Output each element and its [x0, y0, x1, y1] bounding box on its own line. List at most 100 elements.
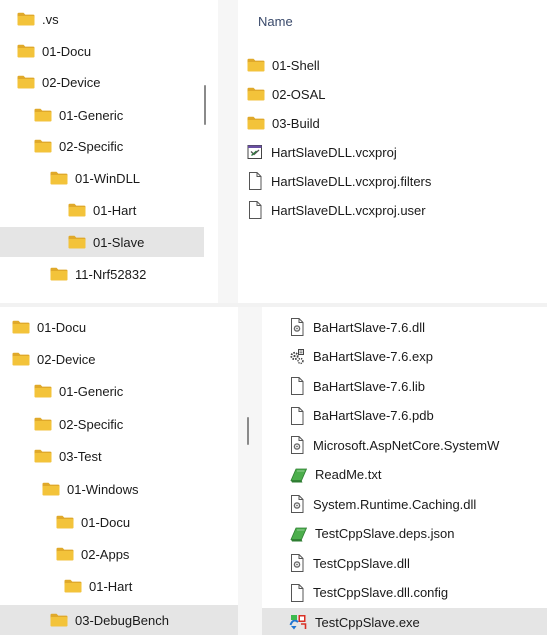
- folder-icon: [12, 320, 37, 334]
- dll-icon: [289, 436, 313, 454]
- bottom-file-item-label: BaHartSlave-7.6.pdb: [313, 408, 434, 423]
- top-tree-item-label: 11-Nrf52832: [75, 266, 147, 282]
- bottom-tree-item-03-test[interactable]: 03-Test: [0, 441, 238, 471]
- bottom-tree-item-label: 01-Docu: [37, 319, 87, 335]
- bottom-navigation-tree: 01-Docu 02-Device 01-Generic 02-Specific 03-…: [0, 307, 238, 635]
- bottom-tree-scrollbar-thumb[interactable]: [247, 417, 249, 445]
- top-tree-item-label: 02-Device: [42, 74, 101, 90]
- top-tree-item-01-slave[interactable]: 01-Slave: [0, 227, 204, 257]
- top-explorer-panel: .vs 01-Docu 02-Device 01-Generic 02-Specific…: [0, 0, 547, 303]
- bottom-file-item-system-runtime-caching-dll[interactable]: System.Runtime.Caching.dll: [262, 490, 547, 518]
- bottom-file-item-label: TestCppSlave.exe: [315, 614, 420, 630]
- top-tree-item-02-device[interactable]: 02-Device: [0, 67, 204, 97]
- text-file-icon: [289, 466, 315, 484]
- folder-icon: [64, 579, 89, 593]
- top-file-list: Name 01-Shell 02-OSAL 03-Build HartSlaveDLL…: [238, 0, 547, 303]
- blank-file-icon: [289, 377, 313, 395]
- bottom-file-list: BaHartSlave-7.6.dll BaHartSlave-7.6.exp Ba…: [262, 307, 547, 635]
- folder-icon: [34, 417, 59, 431]
- bottom-file-item-label: BaHartSlave-7.6.exp: [313, 349, 433, 364]
- blank-file-icon: [289, 406, 313, 425]
- top-file-item-hartslavedll-vcxproj-filters[interactable]: HartSlaveDLL.vcxproj.filters: [238, 167, 547, 195]
- top-file-item-03-build[interactable]: 03-Build: [238, 109, 547, 137]
- bottom-file-item-testcppslave-deps-json[interactable]: TestCppSlave.deps.json: [262, 520, 547, 548]
- bottom-tree-item-label: 03-DebugBench: [75, 612, 169, 628]
- top-file-item-hartslavedll-vcxproj[interactable]: HartSlaveDLL.vcxproj: [238, 138, 547, 166]
- vcxproj-icon: [247, 143, 271, 161]
- bottom-pane-divider: [238, 307, 262, 635]
- bottom-tree-item-02-specific[interactable]: 02-Specific: [0, 409, 238, 439]
- bottom-tree-item-01-windows[interactable]: 01-Windows: [0, 474, 238, 504]
- top-tree-item-11-nrf52832[interactable]: 11-Nrf52832: [0, 259, 204, 289]
- folder-icon: [247, 116, 272, 130]
- top-file-item-02-osal[interactable]: 02-OSAL: [238, 80, 547, 108]
- folder-icon: [56, 515, 81, 529]
- top-tree-item-01-docu[interactable]: 01-Docu: [0, 36, 204, 66]
- folder-icon: [42, 482, 67, 496]
- folder-icon: [17, 12, 42, 26]
- bottom-tree-item-label: 02-Device: [37, 351, 96, 367]
- bottom-file-item-bahartslave-7-6-lib[interactable]: BaHartSlave-7.6.lib: [262, 372, 547, 400]
- bottom-tree-item-01-docu[interactable]: 01-Docu: [0, 312, 238, 342]
- top-tree-scrollbar[interactable]: [204, 85, 206, 125]
- bottom-file-item-label: BaHartSlave-7.6.lib: [313, 378, 425, 394]
- column-header-name[interactable]: Name: [258, 14, 293, 29]
- top-tree-item-label: 01-WinDLL: [75, 170, 141, 186]
- dll-icon: [289, 318, 313, 336]
- bottom-file-item-bahartslave-7-6-dll[interactable]: BaHartSlave-7.6.dll: [262, 313, 547, 341]
- folder-icon: [68, 235, 93, 249]
- top-tree-item-01-windll[interactable]: 01-WinDLL: [0, 163, 204, 193]
- bottom-tree-item-02-apps[interactable]: 02-Apps: [0, 539, 238, 569]
- bottom-tree-item-label: 02-Apps: [81, 546, 130, 562]
- folder-icon: [12, 352, 37, 366]
- top-tree-item-label: 01-Docu: [42, 43, 92, 59]
- top-tree-item-01-hart[interactable]: 01-Hart: [0, 195, 204, 225]
- bottom-tree-item-label: 01-Hart: [89, 578, 133, 594]
- bottom-tree-item-03-debugbench[interactable]: 03-DebugBench: [0, 605, 238, 635]
- bottom-file-item-label: TestCppSlave.deps.json: [315, 526, 455, 541]
- exe-icon: [289, 613, 315, 631]
- folder-icon: [34, 108, 59, 122]
- bottom-file-item-bahartslave-7-6-exp[interactable]: BaHartSlave-7.6.exp: [262, 343, 547, 371]
- bottom-file-item-bahartslave-7-6-pdb[interactable]: BaHartSlave-7.6.pdb: [262, 402, 547, 430]
- bottom-explorer-panel: 01-Docu 02-Device 01-Generic 02-Specific 03-…: [0, 307, 547, 635]
- blank-file-icon: [289, 583, 313, 602]
- blank-file-icon: [247, 201, 271, 219]
- bottom-tree-item-01-hart[interactable]: 01-Hart: [0, 571, 238, 601]
- bottom-tree-item-label: 01-Generic: [59, 383, 124, 399]
- top-file-item-label: 01-Shell: [272, 57, 320, 73]
- top-tree-item-01-generic[interactable]: 01-Generic: [0, 100, 204, 130]
- bottom-tree-item-01-docu[interactable]: 01-Docu: [0, 507, 238, 537]
- top-tree-item-label: 01-Slave: [93, 234, 145, 250]
- top-tree-item-vs[interactable]: .vs: [0, 4, 204, 34]
- folder-icon: [17, 44, 42, 58]
- top-tree-item-label: 02-Specific: [59, 138, 124, 154]
- bottom-tree-item-02-device[interactable]: 02-Device: [0, 344, 238, 374]
- top-file-item-label: HartSlaveDLL.vcxproj: [271, 144, 397, 160]
- bottom-file-item-label: ReadMe.txt: [315, 467, 382, 482]
- folder-icon: [56, 547, 81, 561]
- top-file-item-hartslavedll-vcxproj-user[interactable]: HartSlaveDLL.vcxproj.user: [238, 196, 547, 224]
- dll-icon: [289, 554, 313, 572]
- bottom-file-item-label: System.Runtime.Caching.dll: [313, 496, 477, 512]
- bottom-file-item-testcppslave-dll-config[interactable]: TestCppSlave.dll.config: [262, 579, 547, 607]
- bottom-tree-item-label: 01-Windows: [67, 481, 139, 497]
- bottom-tree-item-01-generic[interactable]: 01-Generic: [0, 376, 238, 406]
- bottom-file-item-readme-txt[interactable]: ReadMe.txt: [262, 461, 547, 489]
- top-pane-divider: [218, 0, 238, 303]
- dll-icon: [289, 495, 313, 513]
- blank-file-icon: [247, 172, 271, 190]
- text-file-icon: [289, 525, 315, 543]
- top-tree-item-02-specific[interactable]: 02-Specific: [0, 131, 204, 161]
- bottom-file-item-testcppslave-dll[interactable]: TestCppSlave.dll: [262, 549, 547, 577]
- bottom-file-item-label: Microsoft.AspNetCore.SystemW: [313, 437, 500, 453]
- bottom-tree-item-label: 03-Test: [59, 448, 102, 464]
- folder-icon: [50, 267, 75, 281]
- top-file-item-label: HartSlaveDLL.vcxproj.filters: [271, 173, 432, 189]
- bottom-file-item-microsoft-aspnetcore-systemw[interactable]: Microsoft.AspNetCore.SystemW: [262, 431, 547, 459]
- folder-icon: [17, 75, 42, 89]
- bottom-tree-item-label: 01-Docu: [81, 514, 131, 530]
- top-file-item-01-shell[interactable]: 01-Shell: [238, 51, 547, 79]
- folder-icon: [50, 613, 75, 627]
- bottom-file-item-testcppslave-exe[interactable]: TestCppSlave.exe: [262, 608, 547, 635]
